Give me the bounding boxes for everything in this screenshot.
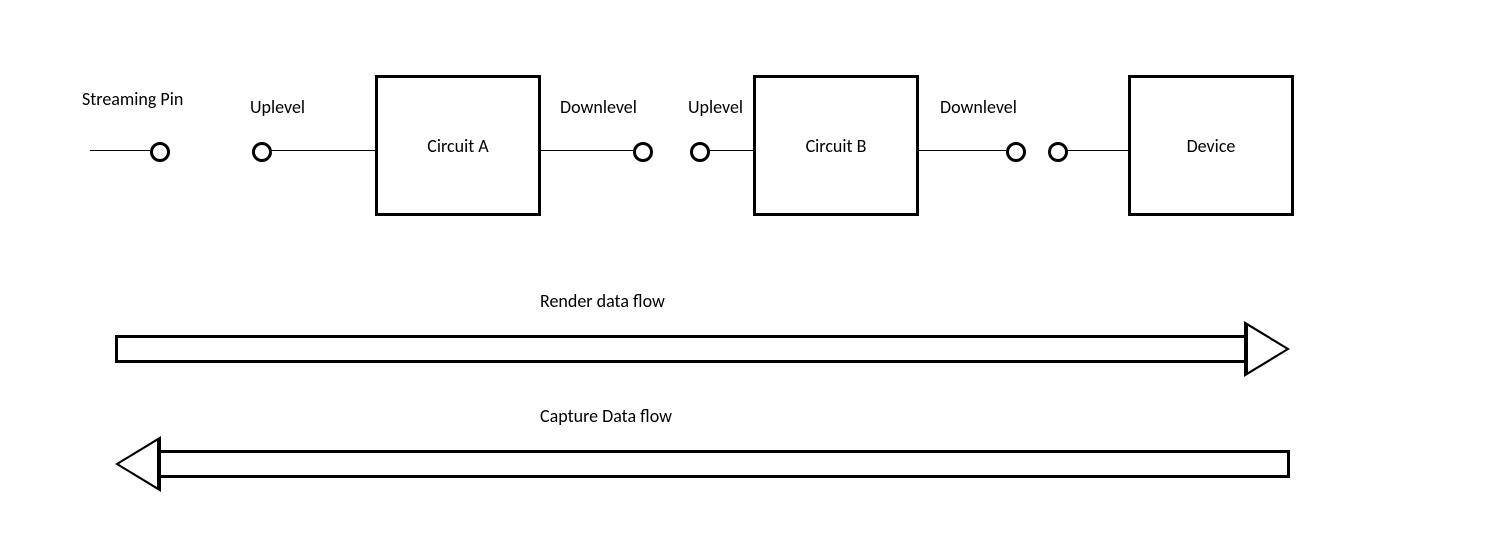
- box-circuit-b: Circuit B: [753, 75, 919, 216]
- label-downlevel-2: Downlevel: [940, 96, 1017, 118]
- line-uplevel-a: [270, 150, 375, 152]
- label-downlevel-1: Downlevel: [560, 96, 637, 118]
- line-streaming: [90, 150, 150, 152]
- line-downlevel-b: [916, 150, 1006, 152]
- line-to-device: [1066, 150, 1128, 152]
- label-uplevel-2: Uplevel: [688, 96, 743, 118]
- box-circuit-a: Circuit A: [375, 75, 541, 216]
- label-capture-flow: Capture Data flow: [540, 405, 672, 427]
- box-circuit-a-label: Circuit A: [427, 135, 488, 157]
- diagram-canvas: Streaming Pin Uplevel Downlevel Uplevel …: [0, 0, 1488, 555]
- box-circuit-b-label: Circuit B: [806, 135, 867, 157]
- label-render-flow: Render data flow: [540, 290, 665, 312]
- pin-downlevel-b: [1006, 142, 1026, 162]
- pin-uplevel-b: [690, 142, 710, 162]
- line-downlevel-a: [538, 150, 633, 152]
- arrow-render-flow: [115, 335, 1290, 361]
- label-uplevel-1: Uplevel: [250, 96, 305, 118]
- line-uplevel-b: [708, 150, 753, 152]
- box-device: Device: [1128, 75, 1294, 216]
- arrow-capture-flow: [115, 450, 1290, 476]
- pin-uplevel-a: [252, 142, 272, 162]
- label-streaming-pin: Streaming Pin: [82, 88, 183, 110]
- pin-streaming: [150, 142, 170, 162]
- pin-device-in: [1048, 142, 1068, 162]
- box-device-label: Device: [1187, 135, 1236, 157]
- pin-downlevel-a: [633, 142, 653, 162]
